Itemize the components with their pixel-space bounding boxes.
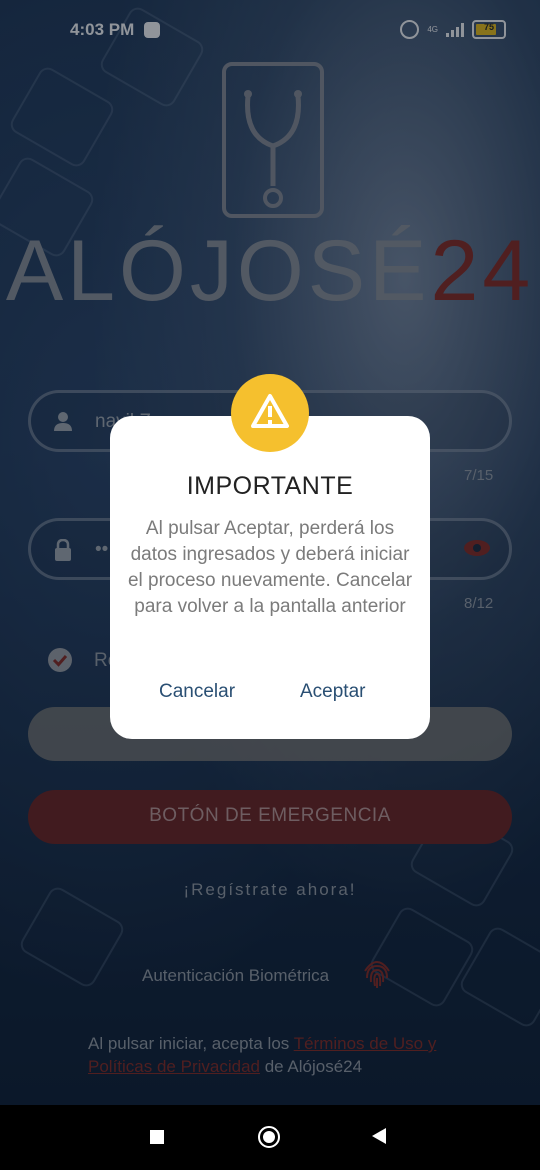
dialog-message: Al pulsar Aceptar, perderá los datos ing… [127, 518, 413, 617]
dialog-title: IMPORTANTE [186, 472, 354, 500]
accept-button[interactable]: Aceptar [300, 681, 365, 703]
recents-button[interactable] [150, 1130, 164, 1144]
home-button[interactable] [258, 1126, 280, 1148]
warning-icon [231, 374, 309, 452]
cancel-button[interactable]: Cancelar [159, 681, 235, 703]
back-button[interactable] [372, 1128, 386, 1144]
